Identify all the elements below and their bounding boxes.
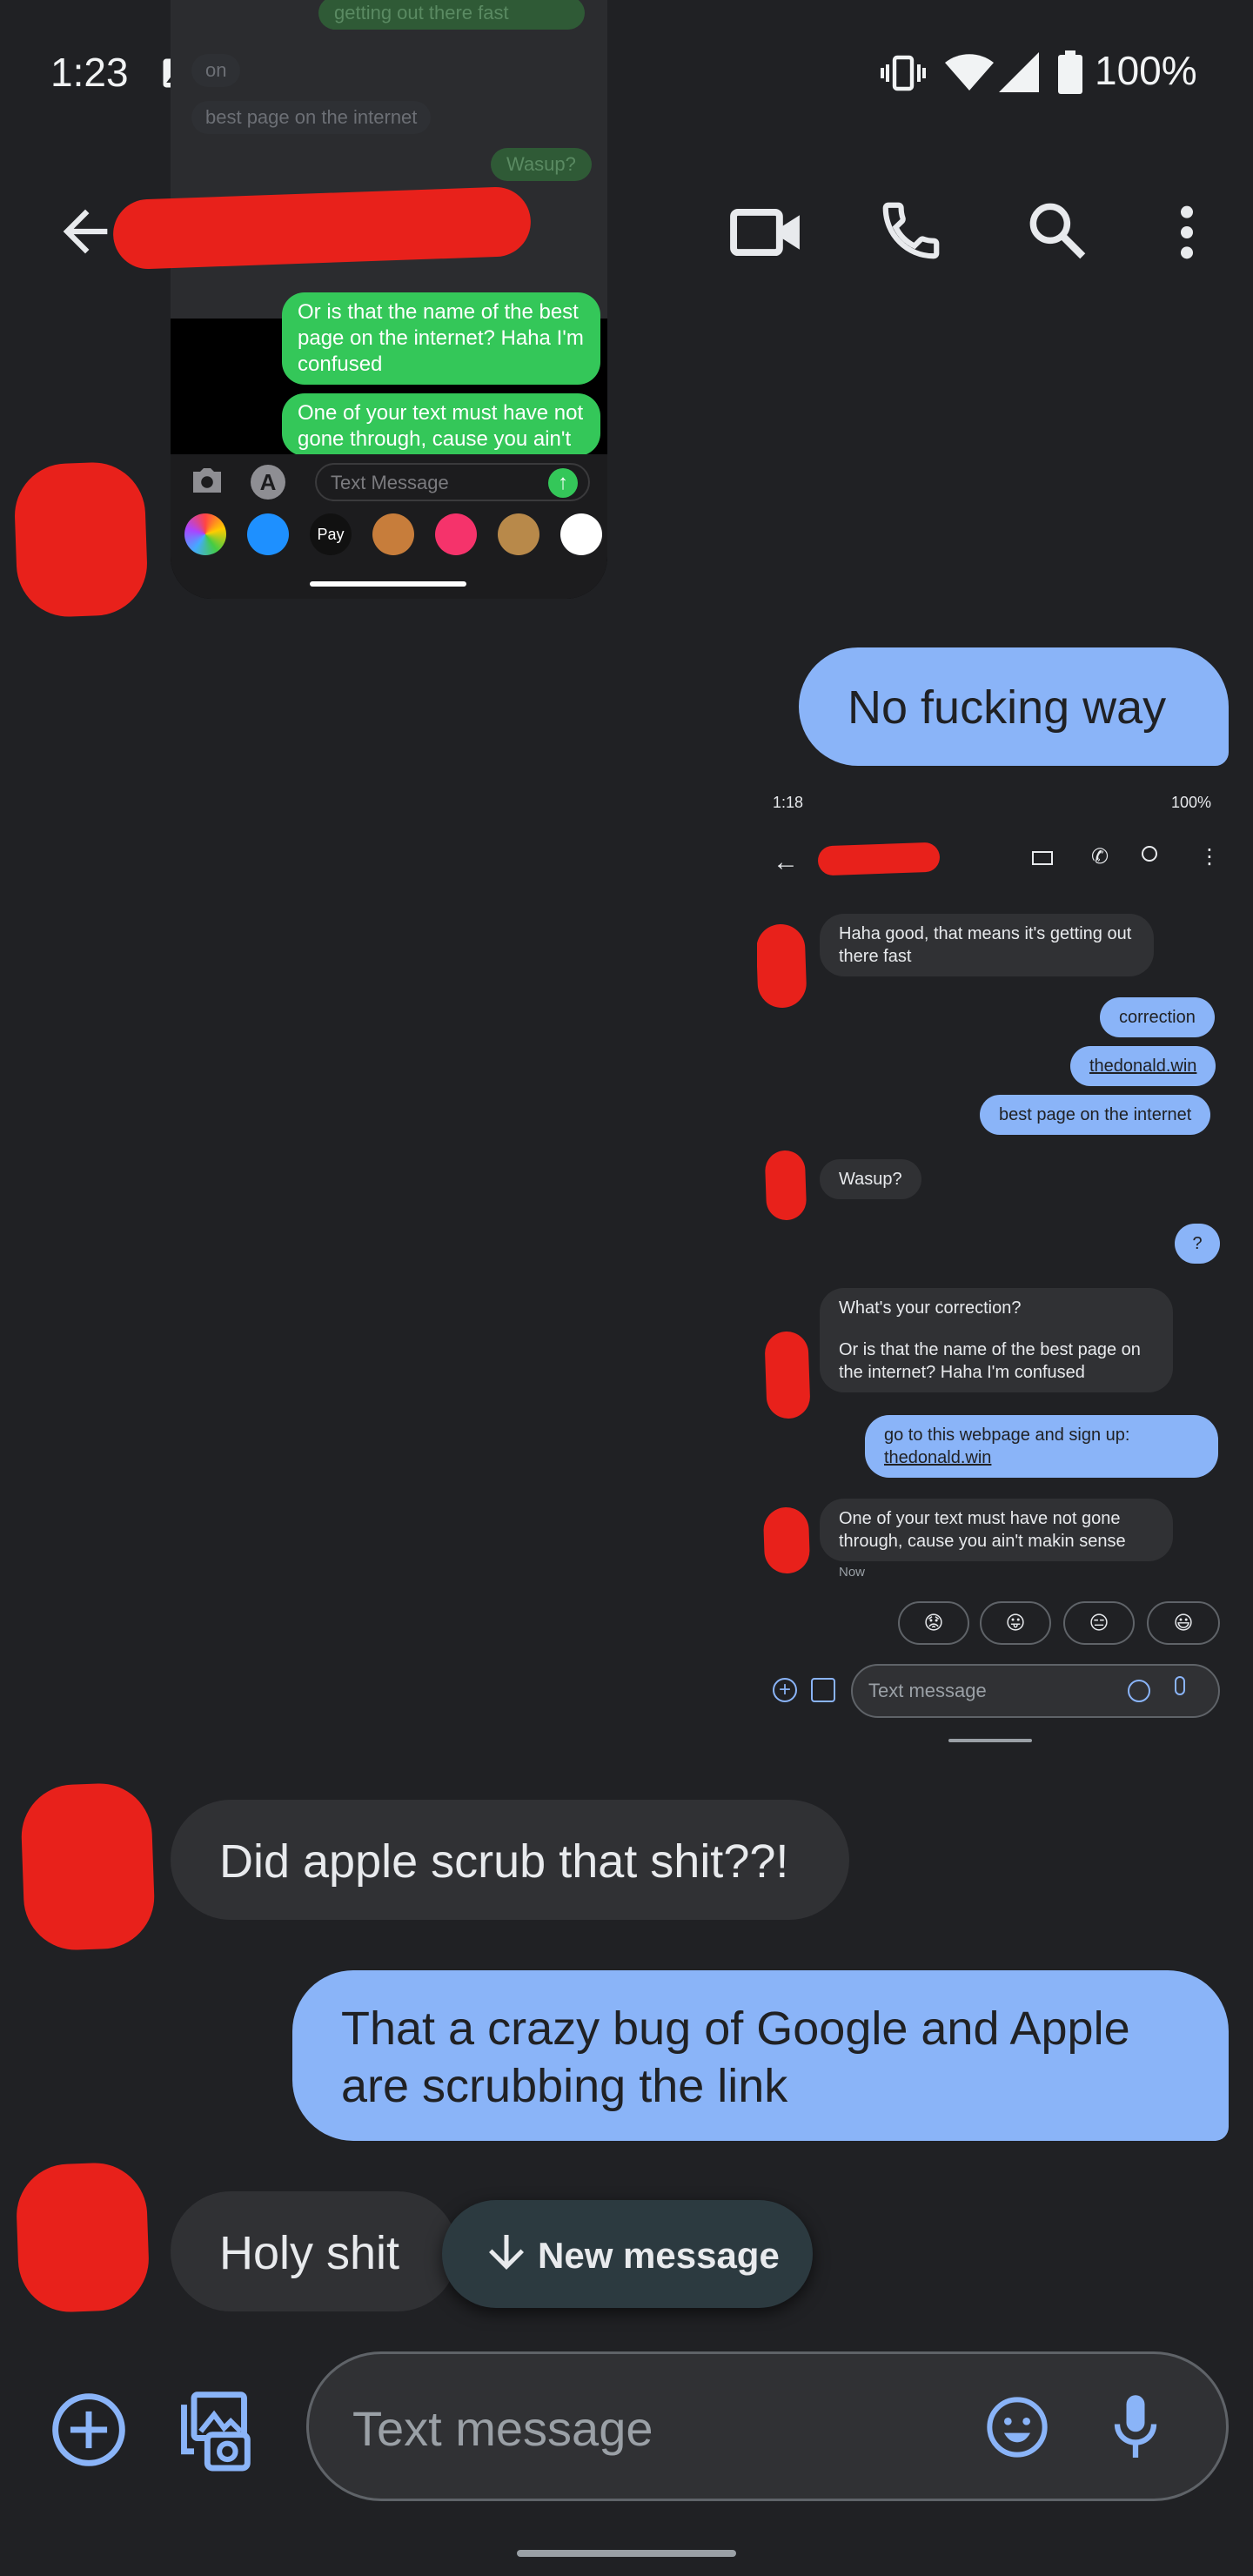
phone-icon: ✆: [1091, 845, 1109, 869]
avatar[interactable]: [15, 2161, 151, 2314]
battery-icon: [1058, 50, 1082, 94]
smart-reply-chip: 😃: [1147, 1601, 1220, 1645]
signal-icon: [999, 52, 1039, 92]
vibrate-icon: [881, 54, 926, 92]
animoji-monkey-icon: [498, 513, 539, 555]
message-line: Or is that the name of the best page on …: [839, 1340, 1141, 1382]
more-vert-icon[interactable]: [1166, 202, 1208, 263]
avatar: [757, 923, 807, 1009]
message-line: What's your correction?: [839, 1298, 1022, 1318]
app-bar: [0, 148, 1253, 322]
gallery-camera-icon[interactable]: [174, 2385, 254, 2472]
gallery-icon: [811, 1678, 835, 1702]
arrow-left-icon[interactable]: [52, 198, 118, 265]
camera-icon: [190, 466, 224, 494]
video-call-icon: [1032, 851, 1053, 865]
add-circle-icon[interactable]: [49, 2390, 129, 2470]
search-icon[interactable]: [1023, 197, 1091, 265]
mini-status-time: 1:18: [773, 794, 804, 811]
avatar[interactable]: [12, 460, 150, 619]
redacted-contact-name: [817, 842, 941, 876]
avatar: [762, 1506, 811, 1574]
new-message-label: New message: [538, 2235, 780, 2276]
photos-app-icon: [184, 513, 226, 555]
message-out-multiline: go to this webpage and sign up: thedonal…: [865, 1415, 1218, 1478]
avatar: [764, 1331, 811, 1419]
app-store-app-icon: [247, 513, 289, 555]
ios-green-bubble: One of your text must have not gone thro…: [282, 393, 600, 456]
nav-gesture-pill[interactable]: [517, 2550, 736, 2557]
message-out: ?: [1175, 1224, 1220, 1264]
ios-home-indicator: [310, 581, 466, 587]
message-in: Wasup?: [820, 1159, 921, 1199]
message-link: thedonald.win: [884, 1448, 992, 1467]
message-timestamp: Now: [839, 1565, 866, 1580]
mini-text-field: Text message: [851, 1664, 1220, 1718]
status-time: 1:23: [50, 50, 129, 95]
redacted-contact-name: [111, 185, 533, 271]
smart-reply-chip: 😟: [898, 1601, 969, 1645]
ios-faded-bubble: getting out there fast: [318, 0, 585, 30]
memoji-icon: [372, 513, 414, 555]
send-arrow-icon: ↑: [548, 468, 578, 498]
incoming-message[interactable]: Holy shit: [171, 2191, 458, 2311]
message-out-link: thedonald.win: [1070, 1046, 1216, 1086]
android-screenshot-image: 1:18 100% ← ✆ ⋮ Haha good, that means it…: [757, 775, 1223, 1749]
arrow-down-icon: [480, 2226, 533, 2278]
images-search-icon: [435, 513, 477, 555]
mic-icon: [1175, 1676, 1185, 1695]
message-in: Haha good, that means it's getting out t…: [820, 914, 1154, 976]
mic-icon[interactable]: [1111, 2391, 1160, 2464]
outgoing-message[interactable]: That a crazy bug of Google and Apple are…: [292, 1970, 1229, 2141]
mini-battery: 100%: [1171, 794, 1212, 811]
wifi-icon: [945, 54, 994, 92]
app-store-icon: A: [251, 465, 285, 500]
avatar[interactable]: [19, 1781, 157, 1952]
message-in: One of your text must have not gone thro…: [820, 1499, 1173, 1561]
apple-pay-icon: Pay: [310, 513, 352, 555]
phone-icon[interactable]: [877, 197, 945, 265]
arrow-left-icon: ←: [773, 848, 799, 876]
mini-nav-pill: [948, 1739, 1032, 1742]
message-input[interactable]: [351, 2392, 963, 2464]
message-out: best page on the internet: [980, 1095, 1211, 1135]
outgoing-message[interactable]: No fucking way: [799, 647, 1229, 766]
new-message-chip[interactable]: New message: [442, 2200, 813, 2308]
search-icon: [1142, 846, 1157, 862]
incoming-message[interactable]: Did apple scrub that shit??!: [171, 1800, 849, 1920]
smart-reply-chip: 😛: [980, 1601, 1051, 1645]
add-circle-icon: +: [773, 1678, 797, 1702]
ios-faded-bubble: on: [191, 54, 241, 87]
message-in-multiline: What's your correction? Or is that the n…: [820, 1288, 1173, 1392]
more-vert-icon: ⋮: [1199, 845, 1220, 869]
emoji-icon: [1128, 1680, 1150, 1702]
message-line: go to this webpage and sign up:: [884, 1426, 1130, 1445]
avatar: [764, 1150, 807, 1221]
video-call-icon[interactable]: [729, 204, 804, 261]
smart-reply-chip: 😑: [1063, 1601, 1135, 1645]
compose-bar: [306, 2351, 1229, 2501]
battery-percent: 100%: [1095, 48, 1197, 93]
message-out: correction: [1100, 997, 1215, 1037]
emoji-icon[interactable]: [982, 2392, 1052, 2462]
music-icon: [560, 513, 602, 555]
ios-faded-bubble: best page on the internet: [191, 101, 432, 134]
